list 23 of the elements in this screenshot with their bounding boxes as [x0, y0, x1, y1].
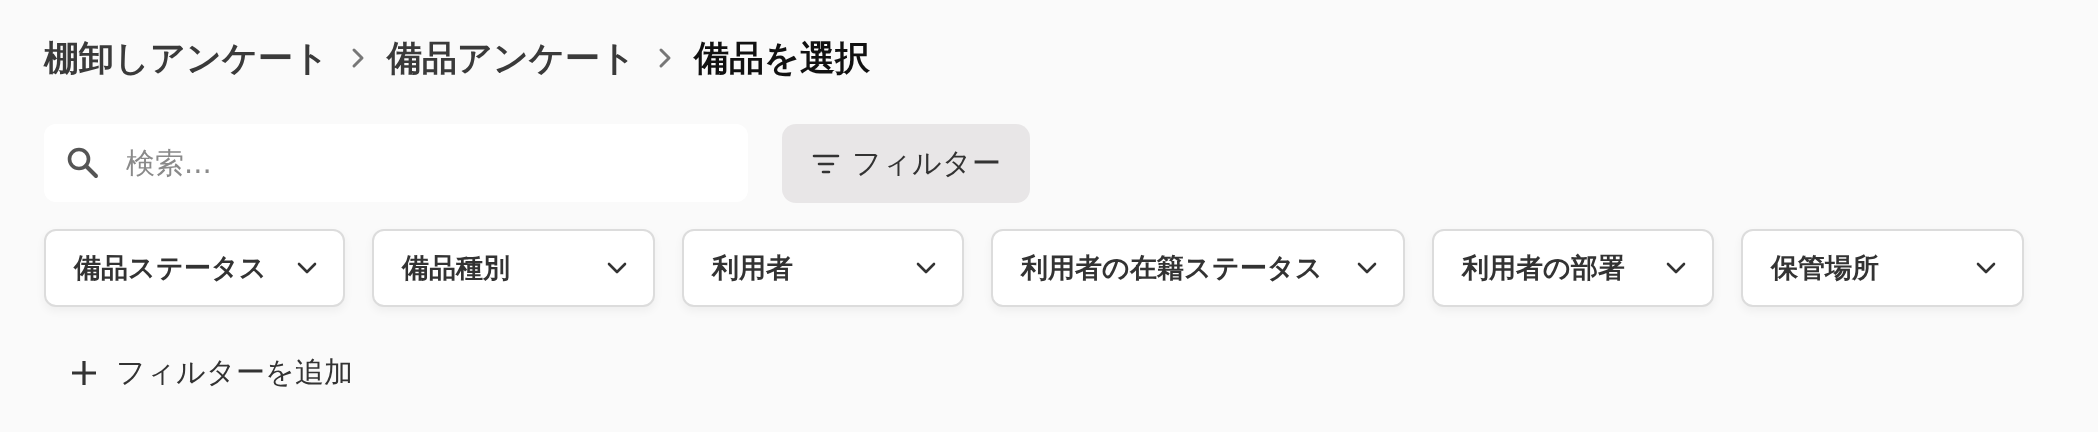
chevron-down-icon	[1666, 262, 1686, 274]
chevron-down-icon	[1976, 262, 1996, 274]
chevron-down-icon	[607, 262, 627, 274]
filter-dropdown[interactable]: 利用者の在籍ステータス	[991, 229, 1405, 307]
add-filter-button[interactable]: フィルターを追加	[70, 353, 353, 393]
plus-icon	[70, 359, 98, 387]
chevron-down-icon	[297, 262, 317, 274]
filter-dropdown[interactable]: 利用者	[682, 229, 964, 307]
breadcrumb-link[interactable]: 備品アンケート	[387, 34, 636, 82]
filter-dropdown[interactable]: 保管場所	[1741, 229, 2024, 307]
chevron-right-icon	[658, 47, 672, 69]
filter-dropdown[interactable]: 備品種別	[372, 229, 655, 307]
chevron-down-icon	[916, 262, 936, 274]
filter-dropdown[interactable]: 備品ステータス	[44, 229, 345, 307]
search-icon	[66, 146, 100, 180]
breadcrumb-current: 備品を選択	[694, 36, 870, 80]
search-field[interactable]: 検索...	[44, 124, 748, 202]
chevron-down-icon	[1357, 262, 1377, 274]
breadcrumb-link[interactable]: 棚卸しアンケート	[44, 34, 329, 82]
chevron-right-icon	[351, 47, 365, 69]
filter-icon	[811, 152, 840, 175]
filter-dropdown[interactable]: 利用者の部署	[1432, 229, 1714, 307]
filter-button[interactable]: フィルター	[782, 124, 1030, 203]
